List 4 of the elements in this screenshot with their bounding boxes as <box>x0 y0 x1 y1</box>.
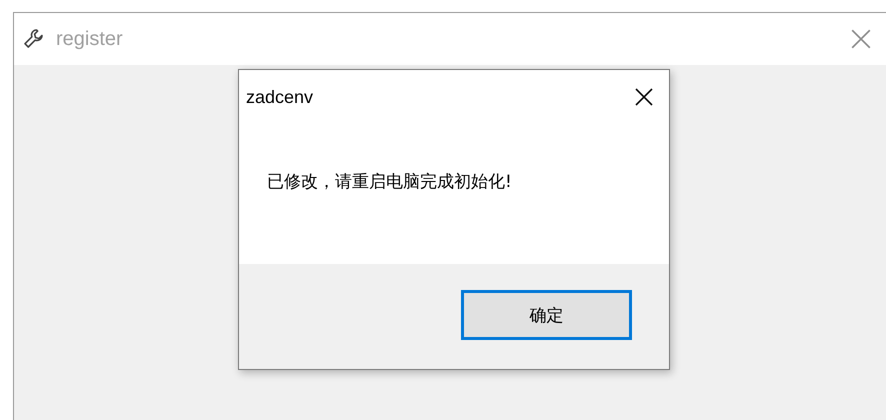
dialog-title: zadcenv <box>246 86 314 108</box>
ok-button[interactable]: 确定 <box>461 290 632 340</box>
window-title: register <box>56 28 124 50</box>
dialog-message: 已修改，请重启电脑完成初始化! <box>267 170 512 192</box>
